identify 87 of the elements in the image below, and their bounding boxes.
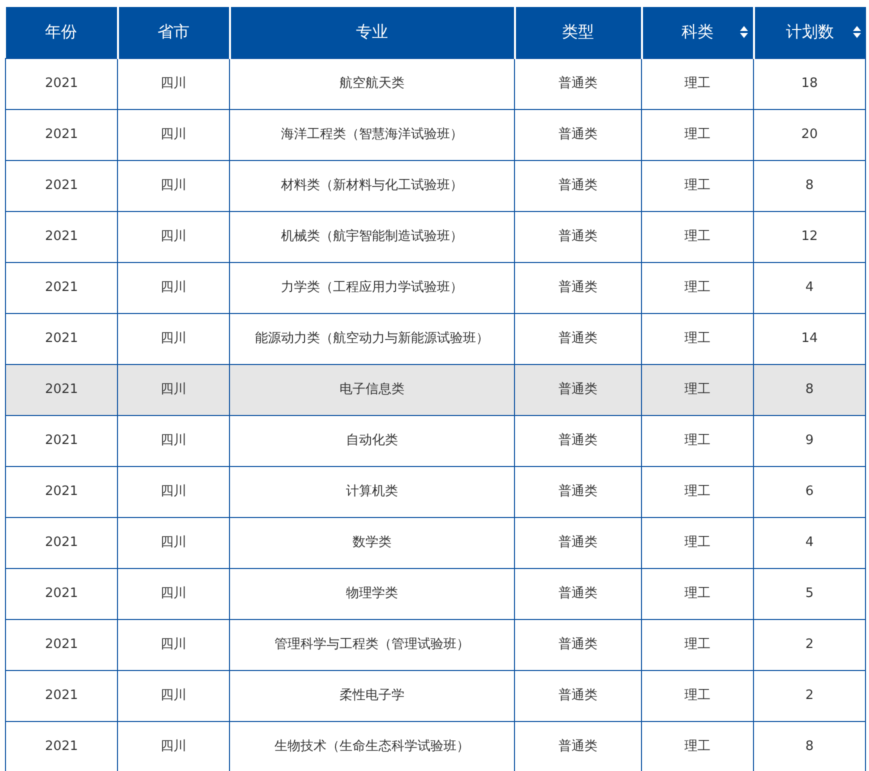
table-cell: 2021 [6, 517, 118, 568]
table-cell: 理工 [642, 466, 754, 517]
table-cell: 20 [754, 109, 866, 160]
table-cell: 2021 [6, 466, 118, 517]
table-cell: 四川 [118, 568, 230, 619]
table-cell: 普通类 [514, 670, 642, 721]
table-cell: 普通类 [514, 58, 642, 109]
table-cell: 四川 [118, 313, 230, 364]
table-cell: 管理科学与工程类（管理试验班） [230, 619, 514, 670]
table-cell: 数学类 [230, 517, 514, 568]
table-cell: 普通类 [514, 262, 642, 313]
table-cell: 四川 [118, 211, 230, 262]
table-cell: 普通类 [514, 466, 642, 517]
table-cell: 4 [754, 517, 866, 568]
table-cell: 2021 [6, 58, 118, 109]
column-header[interactable]: 科类 [642, 7, 754, 58]
table-cell: 四川 [118, 415, 230, 466]
table-cell: 2021 [6, 568, 118, 619]
table-cell: 8 [754, 364, 866, 415]
table-cell: 2 [754, 619, 866, 670]
table-cell: 2021 [6, 211, 118, 262]
table-cell: 2021 [6, 160, 118, 211]
table-cell: 2021 [6, 313, 118, 364]
table-cell: 14 [754, 313, 866, 364]
table-cell: 理工 [642, 262, 754, 313]
table-cell: 四川 [118, 160, 230, 211]
table-cell: 四川 [118, 466, 230, 517]
table-cell: 普通类 [514, 517, 642, 568]
table-cell: 航空航天类 [230, 58, 514, 109]
table-cell: 物理学类 [230, 568, 514, 619]
table-cell: 2 [754, 670, 866, 721]
table-cell: 2021 [6, 109, 118, 160]
column-header: 省市 [118, 7, 230, 58]
table-cell: 四川 [118, 517, 230, 568]
table-cell: 海洋工程类（智慧海洋试验班） [230, 109, 514, 160]
table-cell: 4 [754, 262, 866, 313]
table-cell: 理工 [642, 415, 754, 466]
table-cell: 计算机类 [230, 466, 514, 517]
column-header: 类型 [514, 7, 642, 58]
table-cell: 2021 [6, 670, 118, 721]
table-cell: 理工 [642, 568, 754, 619]
column-header: 专业 [230, 7, 514, 58]
column-header[interactable]: 计划数 [754, 7, 866, 58]
table-cell: 四川 [118, 262, 230, 313]
sort-icon[interactable] [852, 26, 860, 38]
table-cell: 能源动力类（航空动力与新能源试验班） [230, 313, 514, 364]
table-cell: 普通类 [514, 109, 642, 160]
table-cell: 理工 [642, 517, 754, 568]
table-cell: 8 [754, 160, 866, 211]
table-cell: 普通类 [514, 160, 642, 211]
table-cell: 6 [754, 466, 866, 517]
table-cell: 普通类 [514, 211, 642, 262]
table-cell: 2021 [6, 262, 118, 313]
table-cell: 2021 [6, 721, 118, 771]
table-cell: 理工 [642, 109, 754, 160]
table-cell: 理工 [642, 670, 754, 721]
table-cell: 普通类 [514, 619, 642, 670]
table-cell: 普通类 [514, 313, 642, 364]
table-cell: 力学类（工程应用力学试验班） [230, 262, 514, 313]
table-cell: 自动化类 [230, 415, 514, 466]
table-cell: 理工 [642, 58, 754, 109]
table-cell: 四川 [118, 109, 230, 160]
table-cell: 理工 [642, 211, 754, 262]
table-cell: 理工 [642, 364, 754, 415]
table-cell: 四川 [118, 670, 230, 721]
table-cell: 电子信息类 [230, 364, 514, 415]
table-cell: 普通类 [514, 415, 642, 466]
table-cell: 理工 [642, 160, 754, 211]
table-cell: 普通类 [514, 568, 642, 619]
table-cell: 普通类 [514, 364, 642, 415]
table-cell: 四川 [118, 619, 230, 670]
table-cell: 四川 [118, 58, 230, 109]
sort-icon[interactable] [740, 26, 748, 38]
table-cell: 2021 [6, 415, 118, 466]
table-cell: 2021 [6, 364, 118, 415]
table-cell: 18 [754, 58, 866, 109]
table-cell: 柔性电子学 [230, 670, 514, 721]
table-cell: 四川 [118, 364, 230, 415]
table-cell: 2021 [6, 619, 118, 670]
table-cell: 机械类（航宇智能制造试验班） [230, 211, 514, 262]
table-cell: 9 [754, 415, 866, 466]
table-cell: 理工 [642, 619, 754, 670]
table-cell: 材料类（新材料与化工试验班） [230, 160, 514, 211]
table-cell: 12 [754, 211, 866, 262]
column-header: 年份 [6, 7, 118, 58]
table-cell: 5 [754, 568, 866, 619]
table-cell: 理工 [642, 313, 754, 364]
